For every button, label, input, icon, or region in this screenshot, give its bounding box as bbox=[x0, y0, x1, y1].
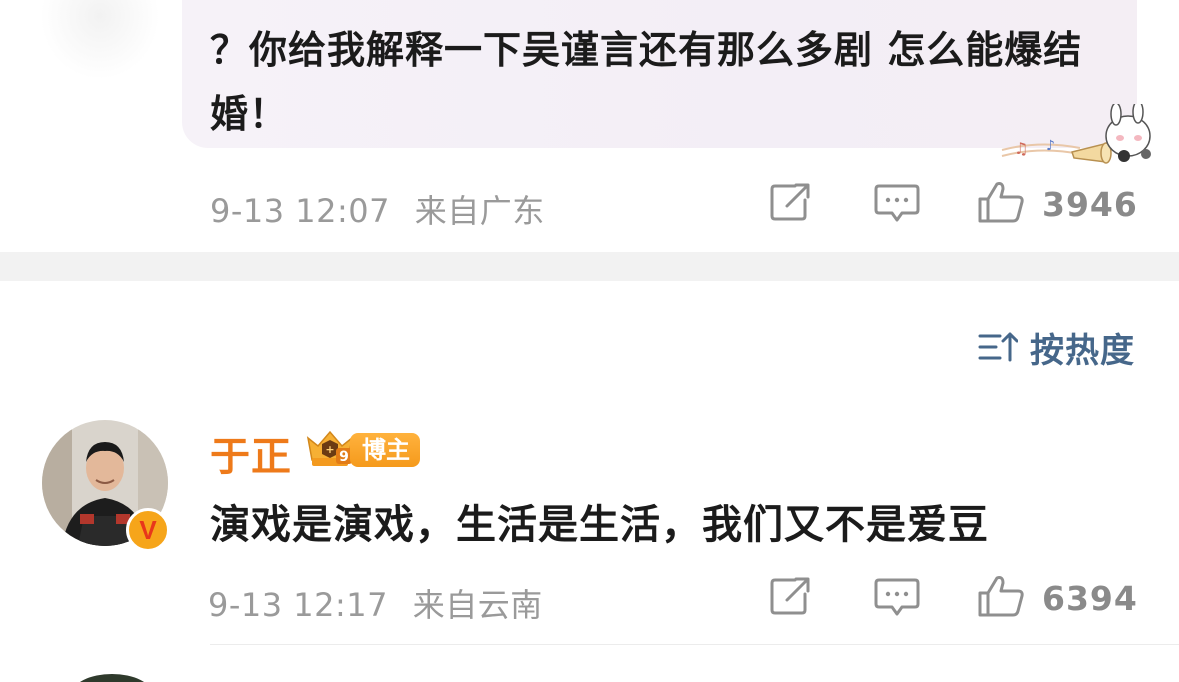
svg-text:+: + bbox=[325, 443, 334, 456]
share-icon[interactable] bbox=[769, 576, 813, 616]
sort-label: 按热度 bbox=[1030, 330, 1135, 371]
like-count: 6394 bbox=[1042, 579, 1138, 618]
next-comment-avatar[interactable] bbox=[72, 674, 152, 682]
quoted-post-actions: 9-13 12:07 来自广东 3946 bbox=[0, 180, 1179, 230]
location: 来自广东 bbox=[414, 192, 545, 230]
sort-icon bbox=[978, 332, 1018, 362]
username[interactable]: 于正 bbox=[210, 424, 292, 482]
sort-by-hot-button[interactable]: 按热度 bbox=[978, 327, 1135, 371]
verified-badge-icon: V bbox=[126, 508, 170, 552]
comment-actions: 9-13 12:17 来自云南 6394 bbox=[0, 574, 1179, 624]
like-icon[interactable] bbox=[977, 574, 1025, 618]
quoted-post: ？你给我解释一下吴谨言还有那么多剧 怎么能爆结婚！ ♫ ♪ 9-13 12:07… bbox=[0, 0, 1179, 252]
share-icon[interactable] bbox=[769, 182, 813, 222]
section-divider bbox=[0, 252, 1179, 281]
quoted-post-text: ？你给我解释一下吴谨言还有那么多剧 怎么能爆结婚！ bbox=[210, 28, 1083, 136]
music-bunny-decoration-icon: ♫ ♪ bbox=[1001, 104, 1151, 164]
role-tag: 博主 bbox=[350, 433, 420, 467]
svg-text:♫: ♫ bbox=[1014, 139, 1028, 158]
comment-icon[interactable] bbox=[874, 183, 920, 223]
timestamp: 9-13 12:07 bbox=[210, 192, 391, 230]
location: 来自云南 bbox=[412, 586, 543, 624]
like-count: 3946 bbox=[1042, 185, 1138, 224]
level-number: 9 bbox=[339, 449, 349, 465]
like-icon[interactable] bbox=[977, 180, 1025, 224]
timestamp: 9-13 12:17 bbox=[208, 586, 389, 624]
comment-meta: 9-13 12:17 来自云南 bbox=[208, 580, 543, 626]
image-edge bbox=[40, 0, 160, 80]
comment-text: 演戏是演戏，生活是生活，我们又不是爱豆 bbox=[210, 502, 989, 548]
svg-text:♪: ♪ bbox=[1046, 138, 1055, 154]
comment-separator bbox=[210, 644, 1179, 645]
quoted-post-meta: 9-13 12:07 来自广东 bbox=[210, 186, 545, 232]
comment-icon[interactable] bbox=[874, 577, 920, 617]
